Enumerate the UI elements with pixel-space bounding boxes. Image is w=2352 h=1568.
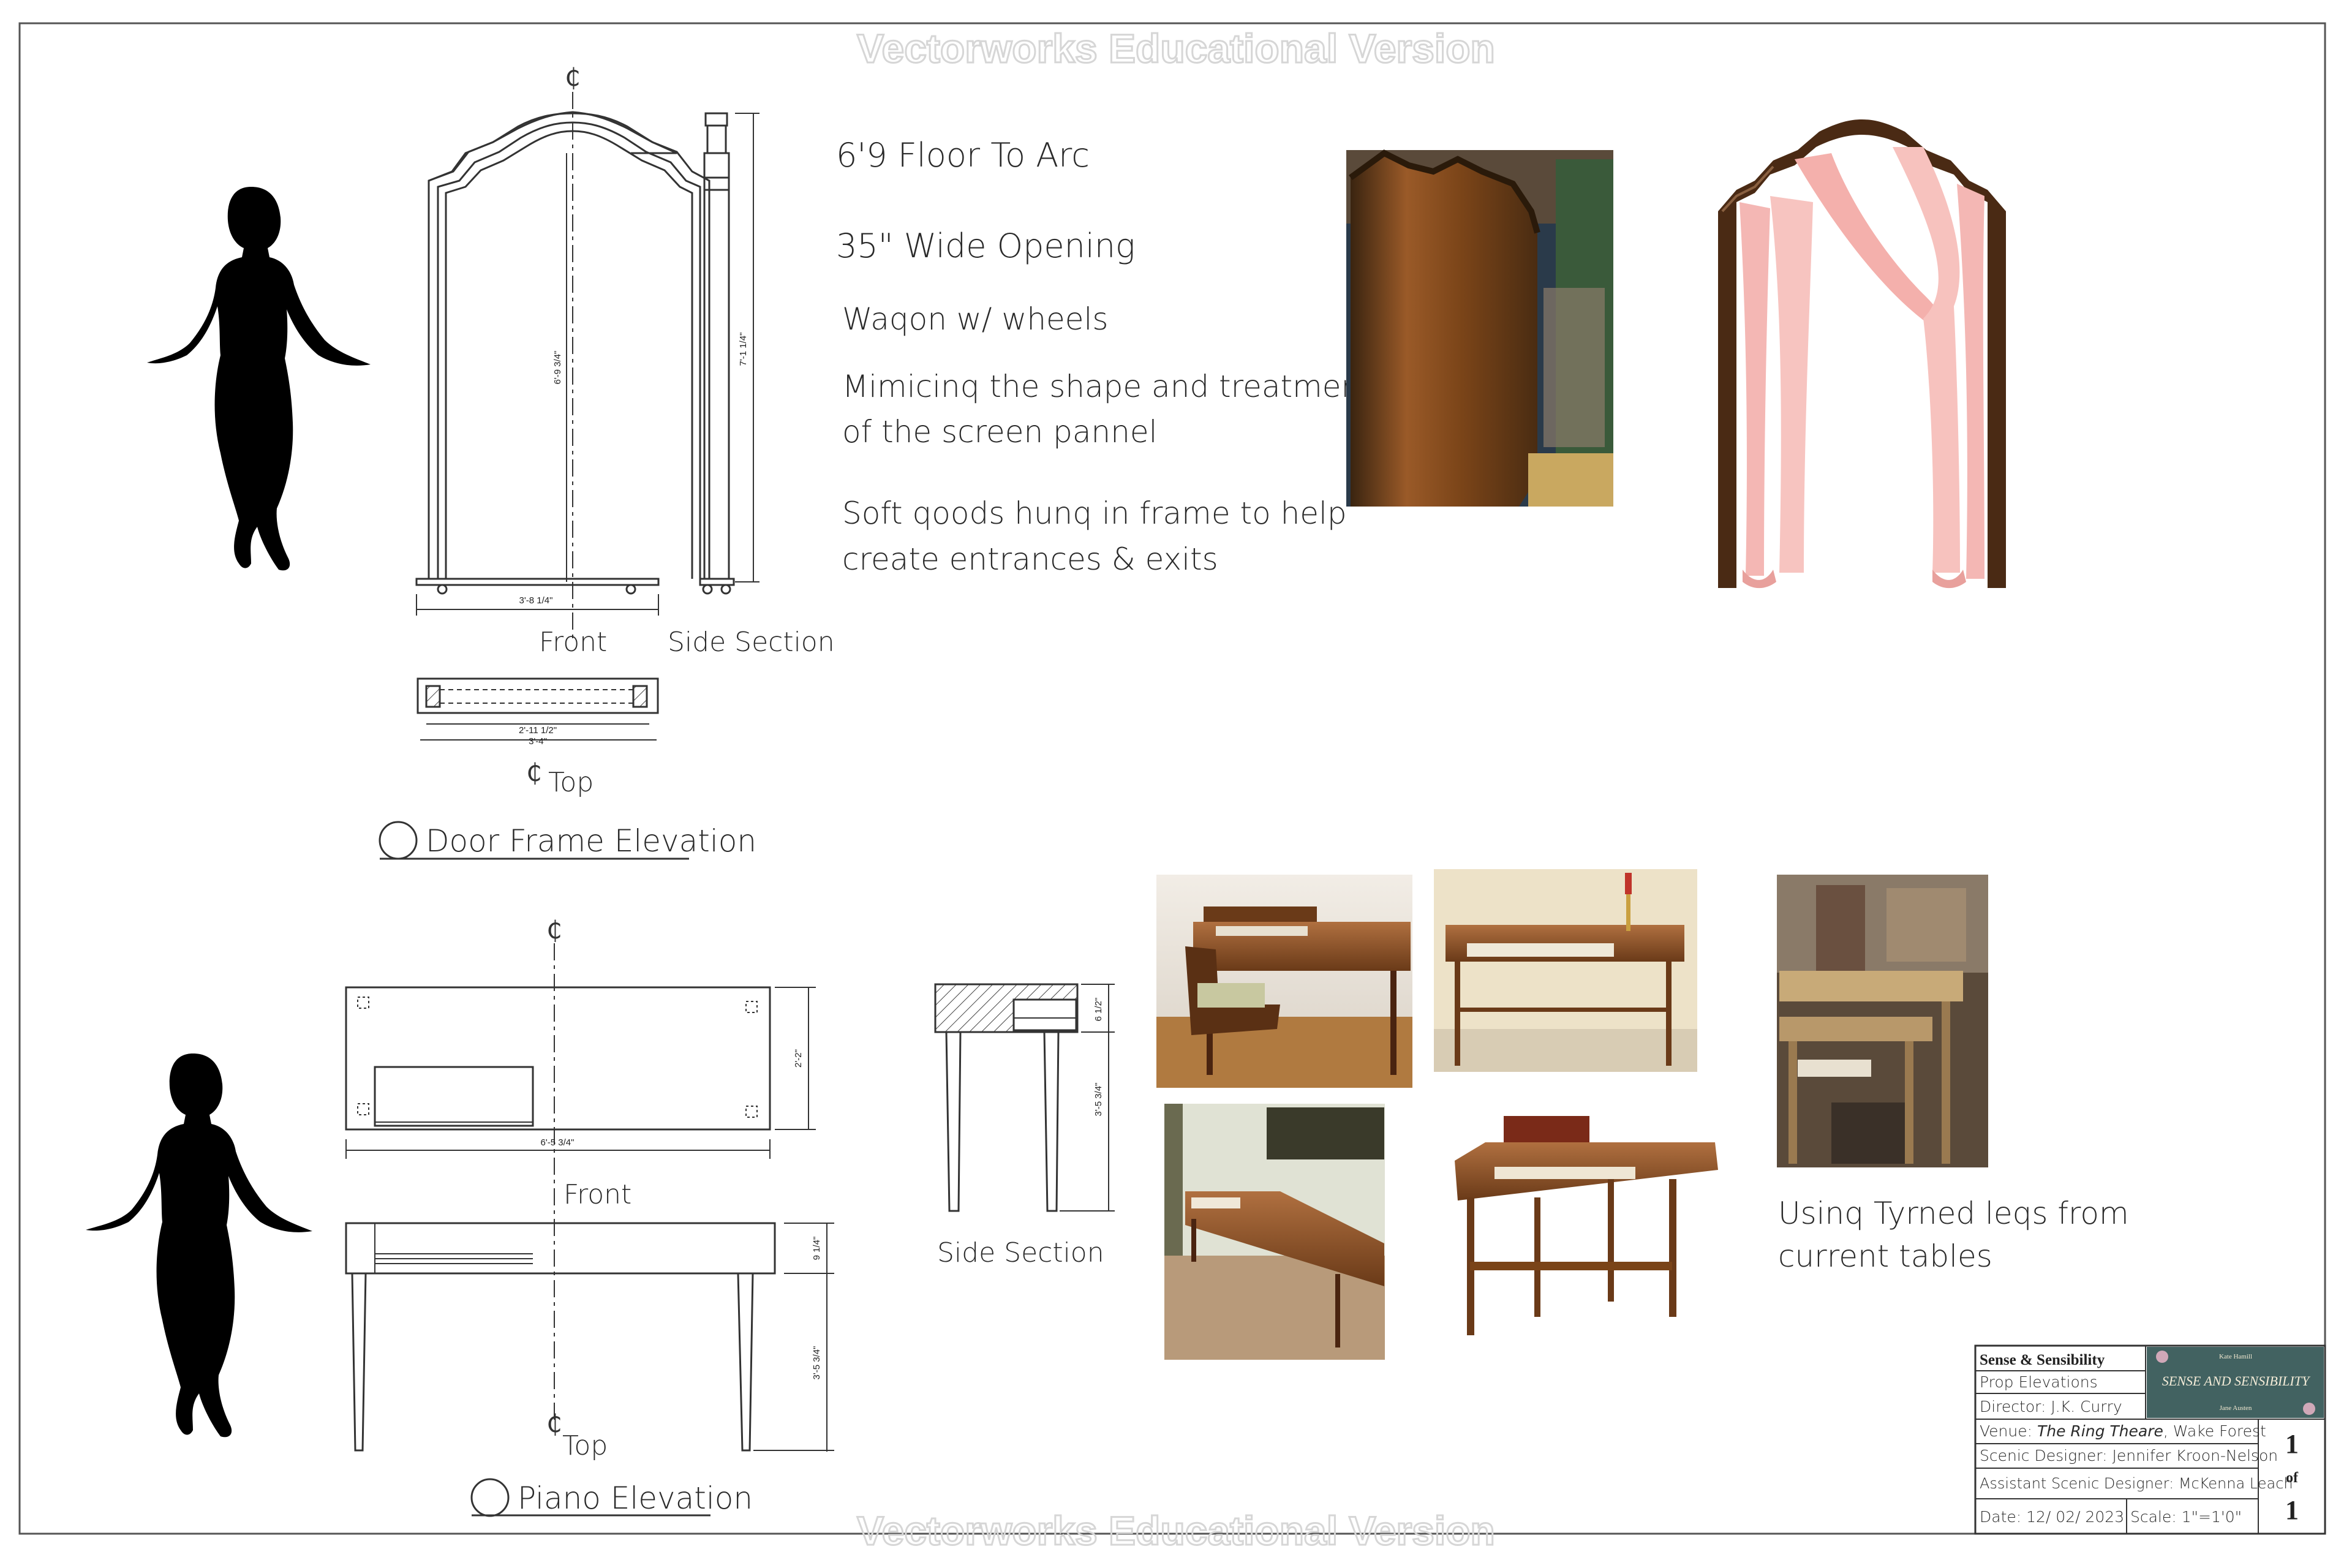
title-block-scale: Scale: 1"=1'0" [2130,1508,2242,1526]
watermark-bottom: Vectorworks Educational Version [857,1508,1495,1553]
title-block-show: Sense & Sensibility [1980,1352,2105,1368]
door-note-soft-1: Soft qoods hunq in frame to help [842,496,1347,531]
title-block-date: Date: 12/ 02/ 2023 [1980,1508,2124,1526]
piano-top-view [345,986,816,1159]
show-logo: Kate Hamill SENSE AND SENSIBILITY Jane A… [2147,1347,2324,1418]
piano-side-section [934,983,1115,1212]
human-silhouette-top [147,187,371,571]
piano-side-legs-dim: 3'-5 3/4" [1093,1083,1104,1117]
door-title: Door Frame Elevation [426,823,756,859]
piano-reference-photo-1 [1156,875,1412,1088]
door-note-wagon: Waqon w/ wheels [842,301,1108,337]
piano-top-label: Top [562,1430,608,1461]
door-note-mimic-1: Mimicinq the shape and treatment [842,369,1373,404]
piano-legs-dim: 3'-5 3/4" [812,1346,822,1380]
piano-centerline-symbol-top: ₵ [546,916,562,944]
title-block-page: 1 [2285,1429,2299,1459]
drawing-sheet: Vectorworks Educational Version Vectorwo… [18,22,2326,1555]
piano-case-dim: 9 1/4" [812,1237,822,1261]
piano-reference-photo-2 [1434,869,1697,1072]
piano-reference-photo-3 [1164,1104,1385,1360]
logo-author: Kate Hamill [2219,1353,2252,1360]
door-top-outer-dim: 3'-4" [529,736,547,747]
piano-length-dim: 6'-5 3/4" [541,1137,575,1148]
piano-title-circle [470,1478,510,1517]
door-front-elevation [415,111,710,595]
title-block-sheet: Prop Elevations [1980,1373,2098,1391]
piano-centerline-symbol-bottom: ₵ [546,1410,562,1438]
door-note-soft-2: create entrances & exits [842,541,1218,577]
door-side-height-dim: 7'-1 1/4" [738,333,748,366]
table-legs-note-2: current tables [1778,1238,1992,1274]
piano-reference-photo-4 [1427,1090,1747,1384]
door-top-centerline-symbol: ₵ [526,759,541,787]
title-block-director: Director: J.K. Curry [1980,1398,2122,1415]
door-top-label: Top [548,767,594,798]
door-centerline-symbol: ₵ [565,64,580,92]
logo-source: Jane Austen [2220,1404,2252,1412]
title-block-total: 1 [2285,1495,2299,1525]
human-silhouette-bottom [86,1054,312,1438]
draped-arch-rendering [1718,119,2006,589]
table-legs-note-1: Usinq Tyrned leqs from [1778,1196,2129,1231]
piano-depth-dim: 2'-2" [793,1049,804,1068]
title-block-assistant: Assistant Scenic Designer: McKenna Leach [1980,1475,2293,1492]
piano-front-label: Front [564,1179,631,1210]
piano-front-elevation [345,1222,834,1452]
piano-side-label: Side Section [937,1237,1104,1268]
door-title-circle [379,821,418,860]
screen-panel-reference-photo [1346,149,1613,507]
door-note-height: 6'9 Floor To Arc [836,136,1090,175]
title-block-scenic: Scenic Designer: Jennifer Kroon-Nelson [1980,1447,2278,1464]
door-height-dim: 6'-9 3/4" [552,351,563,385]
piano-side-case-dim: 6 1/2" [1093,998,1104,1022]
title-block-venue: Venue: The Ring Theare, Wake Forest [1980,1422,2266,1440]
door-width-dim: 3'-8 1/4" [519,595,553,606]
logo-title: SENSE AND SENSIBILITY [2162,1373,2311,1389]
title-block-of: of [2286,1470,2299,1486]
door-note-mimic-2: of the screen pannel [842,414,1158,450]
door-front-label: Front [539,627,607,658]
door-top-inner-dim: 2'-11 1/2" [519,725,557,736]
table-legs-reference-photo [1777,875,1988,1167]
door-note-width: 35" Wide Opening [836,227,1135,265]
watermark-top: Vectorworks Educational Version [857,26,1495,71]
door-side-label: Side Section [668,627,835,658]
piano-title: Piano Elevation [518,1480,753,1516]
